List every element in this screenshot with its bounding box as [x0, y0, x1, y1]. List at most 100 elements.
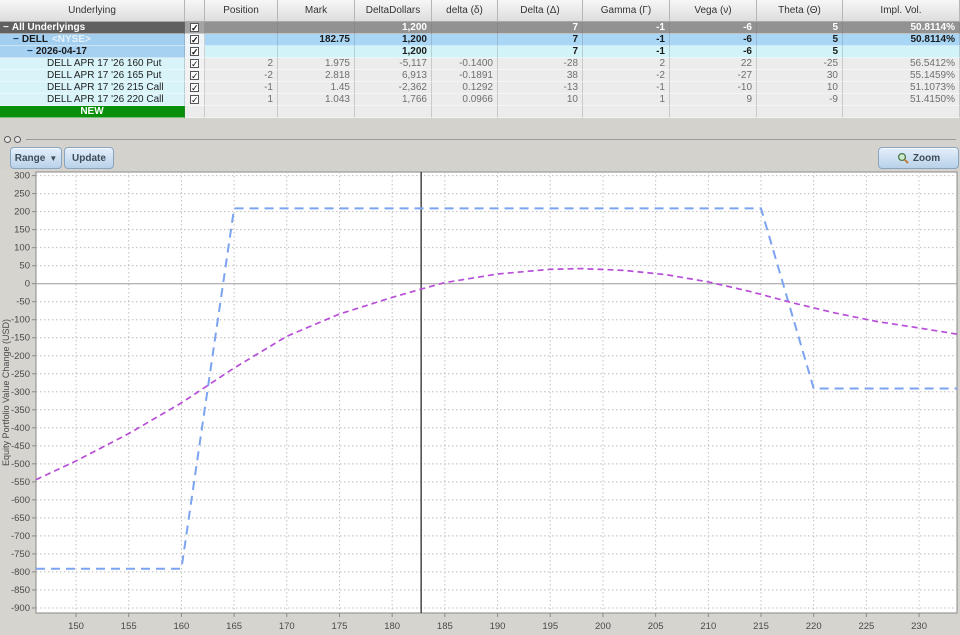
y-tick-label: 0 [25, 279, 30, 290]
column-header-delta[interactable]: Delta (Δ) [498, 0, 583, 22]
y-tick-label: -900 [11, 603, 30, 614]
exchange-label: <NYSE> [51, 34, 91, 45]
value-cell: 55.1459% [843, 70, 960, 82]
plot-area[interactable] [35, 171, 958, 614]
y-tick-label: -750 [11, 549, 30, 560]
x-tick-label: 195 [542, 621, 558, 632]
y-tick-label: -350 [11, 405, 30, 416]
splitter-collapse-up-icon[interactable] [4, 136, 11, 143]
value-cell [432, 22, 498, 34]
table-row[interactable]: DELL APR 17 '26 160 Put ✓ 2 1.975 -5,117 -0.1… [0, 58, 960, 70]
value-cell: 5 [757, 22, 843, 34]
underlying-label: DELL APR 17 '26 165 Put [47, 70, 162, 81]
column-header-delta[interactable]: delta (δ) [432, 0, 498, 22]
y-tick-label: -650 [11, 513, 30, 524]
value-cell: 6,913 [355, 70, 432, 82]
row-checkbox[interactable]: ✓ [190, 23, 199, 33]
y-axis-title: Equity Portfolio Value Change (USD) [1, 319, 11, 466]
value-cell: 10 [498, 94, 583, 106]
collapse-icon[interactable]: − [3, 22, 9, 33]
y-tick-label: 200 [14, 207, 30, 218]
y-tick-label: 250 [14, 189, 30, 200]
x-tick-label: 150 [68, 621, 84, 632]
value-cell [205, 106, 278, 118]
value-cell: 1 [205, 94, 278, 106]
column-header-theta[interactable]: Theta (Θ) [757, 0, 843, 22]
value-cell: 50.8114% [843, 34, 960, 46]
row-checkbox[interactable]: ✓ [190, 95, 199, 105]
value-cell: 1,200 [355, 22, 432, 34]
y-tick-label: -550 [11, 477, 30, 488]
underlying-label: DELL [21, 34, 48, 45]
row-checkbox[interactable]: ✓ [190, 35, 199, 45]
row-checkbox[interactable]: ✓ [190, 59, 199, 69]
value-cell: -6 [670, 46, 757, 58]
y-tick-label: -850 [11, 585, 30, 596]
y-tick-label: -800 [11, 567, 30, 578]
y-tick-label: -400 [11, 423, 30, 434]
value-cell: 1.975 [278, 58, 355, 70]
underlying-label: All Underlyings [11, 22, 86, 33]
x-tick-label: 215 [753, 621, 769, 632]
table-row[interactable]: DELL APR 17 '26 220 Call ✓ 1 1.043 1,766 0.09… [0, 94, 960, 106]
x-tick-label: 190 [490, 621, 506, 632]
collapse-icon[interactable]: − [27, 46, 33, 57]
value-cell: -25 [757, 58, 843, 70]
value-cell: 1 [583, 94, 670, 106]
value-cell: -0.1891 [432, 70, 498, 82]
underlying-label: NEW [80, 106, 104, 117]
y-tick-label: -450 [11, 441, 30, 452]
y-tick-label: -600 [11, 495, 30, 506]
value-cell: 2 [583, 58, 670, 70]
zoom-button[interactable]: Zoom [878, 147, 959, 169]
column-header-vega[interactable]: Vega (ν) [670, 0, 757, 22]
value-cell [278, 22, 355, 34]
x-tick-label: 225 [858, 621, 874, 632]
row-checkbox[interactable]: ✓ [190, 83, 199, 93]
table-row[interactable]: NEW [0, 106, 960, 118]
column-header-checkbox[interactable] [185, 0, 205, 22]
value-cell: -1 [205, 82, 278, 94]
collapse-icon[interactable]: − [13, 34, 19, 45]
column-header-deltadollars[interactable]: Delta Dollars [355, 0, 432, 22]
value-cell [498, 106, 583, 118]
underlying-label: DELL APR 17 '26 215 Call [47, 82, 164, 93]
table-row[interactable]: −2026-04-17 ✓ 1,200 7 -1 -6 5 [0, 46, 960, 58]
positions-table: Underlying Position Mark Delta Dollars delta … [0, 0, 960, 118]
pl-chart[interactable]: 300 250 200 150 100 50 0 -50 -100 -150 -200 -250 -30… [0, 170, 960, 635]
row-checkbox[interactable]: ✓ [190, 47, 199, 57]
checkbox-cell [185, 106, 205, 118]
column-header-underlying[interactable]: Underlying [0, 0, 185, 22]
row-checkbox[interactable]: ✓ [190, 71, 199, 81]
splitter-collapse-down-icon[interactable] [14, 136, 21, 143]
table-header-row: Underlying Position Mark Delta Dollars delta … [0, 0, 960, 22]
value-cell: -2 [583, 70, 670, 82]
column-header-impl[interactable]: Impl. Vol. [843, 0, 960, 22]
value-cell: -1 [583, 22, 670, 34]
x-tick-label: 160 [173, 621, 189, 632]
range-dropdown-button[interactable]: Range ▼ [10, 147, 62, 169]
value-cell [843, 46, 960, 58]
value-cell: 56.5412% [843, 58, 960, 70]
value-cell: 1,200 [355, 46, 432, 58]
table-row[interactable]: DELL APR 17 '26 215 Call ✓ -1 1.45 -2,362 0.1… [0, 82, 960, 94]
update-button[interactable]: Update [64, 147, 114, 169]
value-cell: 7 [498, 46, 583, 58]
x-tick-label: 165 [226, 621, 242, 632]
table-row[interactable]: − DELL <NYSE> ✓ 182.75 1,200 7 -1 -6 5 50.8114% [0, 34, 960, 46]
x-tick-label: 175 [332, 621, 348, 632]
value-cell: 51.1073% [843, 82, 960, 94]
column-header-mark[interactable]: Mark [278, 0, 355, 22]
checkbox-cell: ✓ [185, 94, 205, 106]
checkbox-cell: ✓ [185, 82, 205, 94]
update-button-label: Update [72, 152, 106, 164]
column-header-position[interactable]: Position [205, 0, 278, 22]
column-header-gamma[interactable]: Gamma (Γ) [583, 0, 670, 22]
table-row[interactable]: − All Underlyings ✓ 1,200 7 -1 -6 5 50.8114% [0, 22, 960, 34]
y-tick-label: -300 [11, 387, 30, 398]
magnifier-icon [897, 152, 909, 164]
table-body: − All Underlyings ✓ 1,200 7 -1 -6 5 50.8114% − DEL… [0, 22, 960, 118]
table-row[interactable]: DELL APR 17 '26 165 Put ✓ -2 2.818 6,913 -0.1… [0, 70, 960, 82]
underlying-cell: DELL APR 17 '26 160 Put [0, 58, 185, 70]
value-cell [843, 106, 960, 118]
